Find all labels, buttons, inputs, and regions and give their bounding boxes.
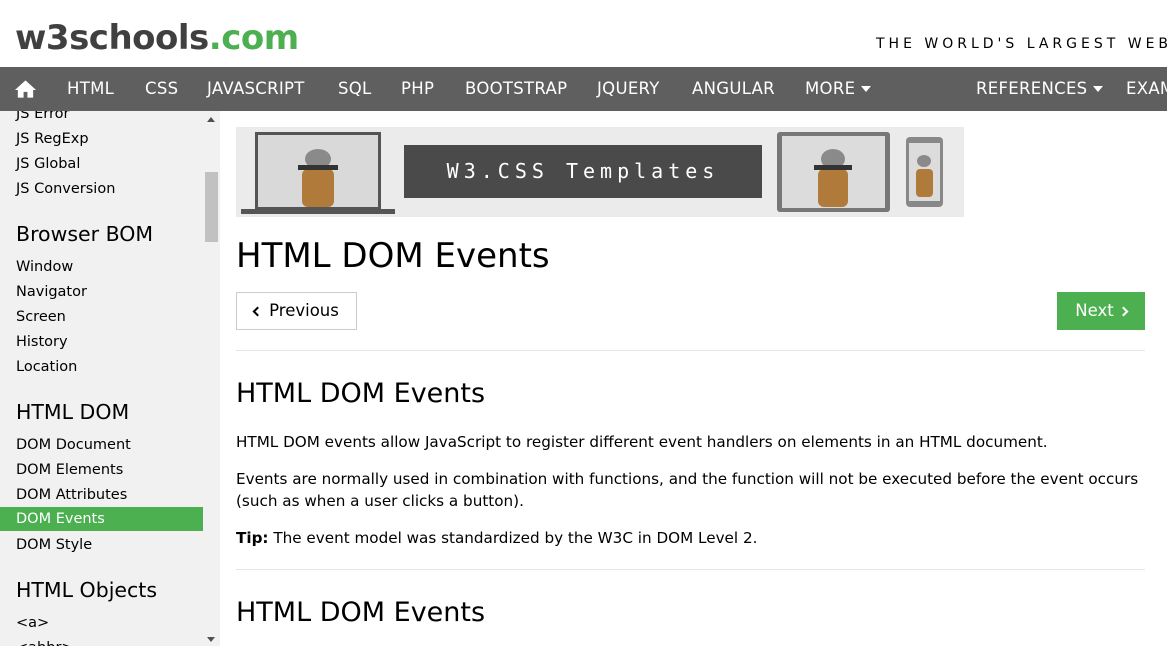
- nav-html[interactable]: HTML: [67, 67, 114, 111]
- nav-javascript[interactable]: JAVASCRIPT: [207, 67, 305, 111]
- section-heading: HTML DOM Events: [236, 378, 486, 409]
- banner-text: W3.CSS Templates: [446, 159, 720, 183]
- sidebar-item-js-conversion[interactable]: JS Conversion: [16, 178, 115, 200]
- section-heading: HTML DOM Events: [236, 597, 486, 628]
- tip-text: The event model was standardized by the …: [268, 529, 758, 547]
- sidebar-item-window[interactable]: Window: [16, 256, 73, 278]
- tip-label: Tip:: [236, 529, 269, 547]
- nav-exam[interactable]: EXAM: [1126, 67, 1167, 111]
- chevron-right-icon: [1118, 306, 1129, 317]
- banner-text-box: W3.CSS Templates: [404, 145, 762, 198]
- sidebar-item-dom-events[interactable]: DOM Events: [0, 507, 203, 531]
- chevron-left-icon: [252, 306, 263, 317]
- caret-down-icon: [1093, 86, 1104, 92]
- nav-css[interactable]: CSS: [145, 67, 178, 111]
- tagline: THE WORLD'S LARGEST WEB: [876, 36, 1167, 52]
- sidebar-scroll-thumb[interactable]: [205, 172, 218, 242]
- top-navbar: HTML CSS JAVASCRIPT SQL PHP BOOTSTRAP JQ…: [0, 67, 1167, 111]
- w3css-templates-banner[interactable]: W3.CSS Templates: [236, 127, 964, 217]
- sidebar-item-dom-elements[interactable]: DOM Elements: [16, 459, 123, 481]
- nav-more[interactable]: MORE: [805, 67, 872, 111]
- sidebar-heading-browser-bom: Browser BOM: [16, 222, 154, 246]
- sidebar-item-history[interactable]: History: [16, 331, 68, 353]
- sidebar-heading-html-objects: HTML Objects: [16, 578, 158, 602]
- sidebar-item-screen[interactable]: Screen: [16, 306, 66, 328]
- sidebar-item-abbr[interactable]: <abbr>: [16, 637, 74, 646]
- next-button[interactable]: Next: [1057, 292, 1145, 330]
- paragraph-intro: HTML DOM events allow JavaScript to regi…: [236, 433, 1048, 451]
- sidebar-heading-html-dom: HTML DOM: [16, 400, 130, 424]
- scroll-up-arrow-icon[interactable]: [207, 117, 215, 122]
- divider: [236, 569, 1145, 570]
- sidebar-item-dom-style[interactable]: DOM Style: [16, 534, 92, 556]
- sidebar-item-js-global[interactable]: JS Global: [16, 153, 80, 175]
- sidebar-item-dom-document[interactable]: DOM Document: [16, 434, 131, 456]
- nav-bootstrap[interactable]: BOOTSTRAP: [465, 67, 567, 111]
- paragraph-functions: Events are normally used in combination …: [236, 470, 1139, 510]
- home-icon[interactable]: [14, 79, 37, 99]
- nav-references[interactable]: REFERENCES: [976, 67, 1104, 111]
- sidebar-item-dom-attributes[interactable]: DOM Attributes: [16, 484, 127, 506]
- nav-php[interactable]: PHP: [401, 67, 434, 111]
- sidebar: JS Error JS RegExp JS Global JS Conversi…: [0, 111, 220, 646]
- sidebar-item-navigator[interactable]: Navigator: [16, 281, 87, 303]
- nav-sql[interactable]: SQL: [338, 67, 372, 111]
- nav-jquery[interactable]: JQUERY: [597, 67, 660, 111]
- nav-angular[interactable]: ANGULAR: [692, 67, 775, 111]
- paragraph-tip: Tip: The event model was standardized by…: [236, 527, 1145, 549]
- scroll-down-arrow-icon[interactable]: [207, 637, 215, 642]
- page-title: HTML DOM Events: [236, 236, 550, 276]
- previous-button[interactable]: Previous: [236, 292, 357, 330]
- sidebar-item-a[interactable]: <a>: [16, 612, 49, 634]
- caret-down-icon: [861, 86, 872, 92]
- top-header: w3schools.com THE WORLD'S LARGEST WEB: [0, 0, 1167, 67]
- divider: [236, 350, 1145, 351]
- sidebar-item-location[interactable]: Location: [16, 356, 77, 378]
- sidebar-item-js-regexp[interactable]: JS RegExp: [16, 128, 89, 150]
- sidebar-item-js-error[interactable]: JS Error: [16, 111, 69, 125]
- site-logo[interactable]: w3schools.com: [15, 18, 299, 58]
